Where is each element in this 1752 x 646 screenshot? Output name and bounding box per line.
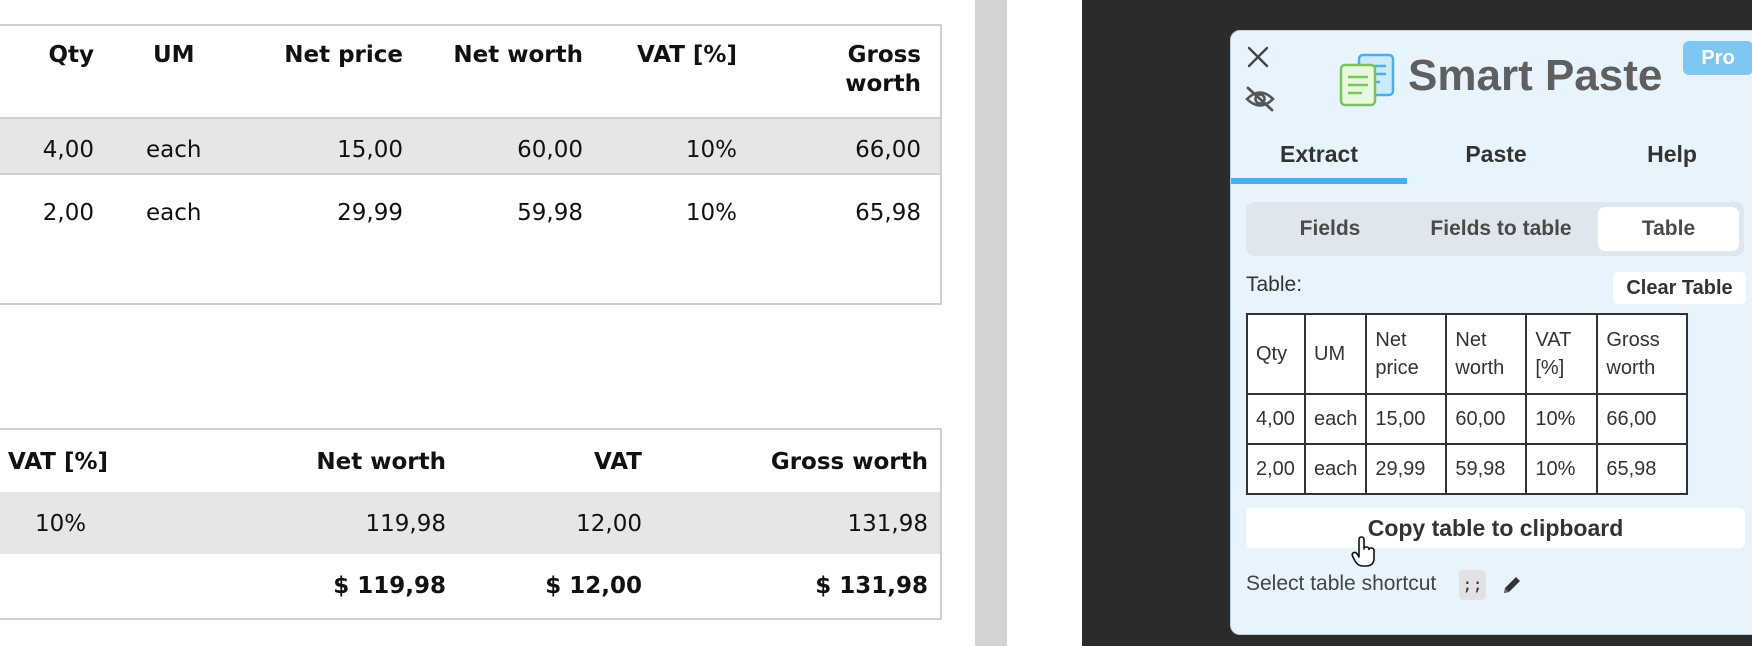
mode-fields[interactable]: Fields bbox=[1254, 207, 1406, 251]
col-header-gross: Gross bbox=[847, 42, 921, 68]
active-tab-indicator bbox=[1231, 178, 1407, 184]
mode-fields-to-table[interactable]: Fields to table bbox=[1406, 207, 1596, 251]
shortcut-label: Select table shortcut bbox=[1246, 572, 1437, 595]
copy-table-button[interactable]: Copy table to clipboard bbox=[1246, 508, 1745, 548]
summary-header-gross-worth: Gross worth bbox=[770, 449, 928, 475]
summary-header-vat-pct: VAT [%] bbox=[8, 449, 109, 475]
col-header-worth: worth bbox=[845, 71, 921, 97]
mode-table[interactable]: Table bbox=[1598, 207, 1739, 251]
total-gross-worth: $ 131,98 bbox=[815, 573, 928, 599]
edit-pencil-icon[interactable] bbox=[1500, 573, 1524, 602]
hide-eye-icon[interactable] bbox=[1244, 86, 1276, 117]
summary-header-vat: VAT bbox=[594, 449, 642, 475]
summary-row-shade bbox=[0, 492, 940, 554]
hand-cursor-icon bbox=[1351, 536, 1377, 573]
col-header-qty: Qty bbox=[48, 42, 94, 68]
table-header-row: Qty UM Net price Net worth VAT [%] Gross… bbox=[1246, 313, 1689, 395]
extracted-table-preview: Qty UM Net price Net worth VAT [%] Gross… bbox=[1246, 313, 1689, 495]
shortcut-key: ;; bbox=[1459, 570, 1486, 600]
clear-table-button[interactable]: Clear Table bbox=[1613, 272, 1746, 304]
col-header-vat: VAT [%] bbox=[636, 42, 737, 68]
table-row: 2,00 each 29,99 59,98 10% 65,98 bbox=[1246, 443, 1689, 495]
invoice-document: Qty UM Net price Net worth VAT [%] Gross… bbox=[0, 0, 975, 646]
summary-table: VAT [%] Net worth VAT Gross worth 10% 11… bbox=[0, 428, 942, 620]
tab-help[interactable]: Help bbox=[1584, 141, 1752, 168]
smart-paste-logo bbox=[1339, 53, 1397, 112]
extract-mode-selector: Fields Fields to table Table bbox=[1246, 202, 1744, 256]
pro-badge: Pro bbox=[1683, 41, 1752, 75]
table-row: 4,00 each 15,00 60,00 10% 66,00 bbox=[1246, 393, 1689, 445]
total-net-worth: $ 119,98 bbox=[333, 573, 446, 599]
col-header-net-worth: Net worth bbox=[453, 42, 583, 68]
close-icon[interactable] bbox=[1246, 45, 1270, 74]
app-title: Smart Paste bbox=[1408, 51, 1663, 100]
page-gutter bbox=[975, 0, 1007, 646]
tab-extract[interactable]: Extract bbox=[1231, 141, 1407, 168]
smart-paste-panel: Smart Paste Pro Extract Paste Help Field… bbox=[1230, 30, 1752, 635]
items-row-shade bbox=[0, 118, 940, 173]
col-header-um: UM bbox=[153, 42, 195, 68]
items-table: Qty UM Net price Net worth VAT [%] Gross… bbox=[0, 24, 942, 305]
total-vat: $ 12,00 bbox=[545, 573, 642, 599]
col-header-net-price: Net price bbox=[284, 42, 403, 68]
tab-paste[interactable]: Paste bbox=[1408, 141, 1584, 168]
table-label: Table: bbox=[1246, 273, 1303, 296]
summary-header-net-worth: Net worth bbox=[316, 449, 446, 475]
